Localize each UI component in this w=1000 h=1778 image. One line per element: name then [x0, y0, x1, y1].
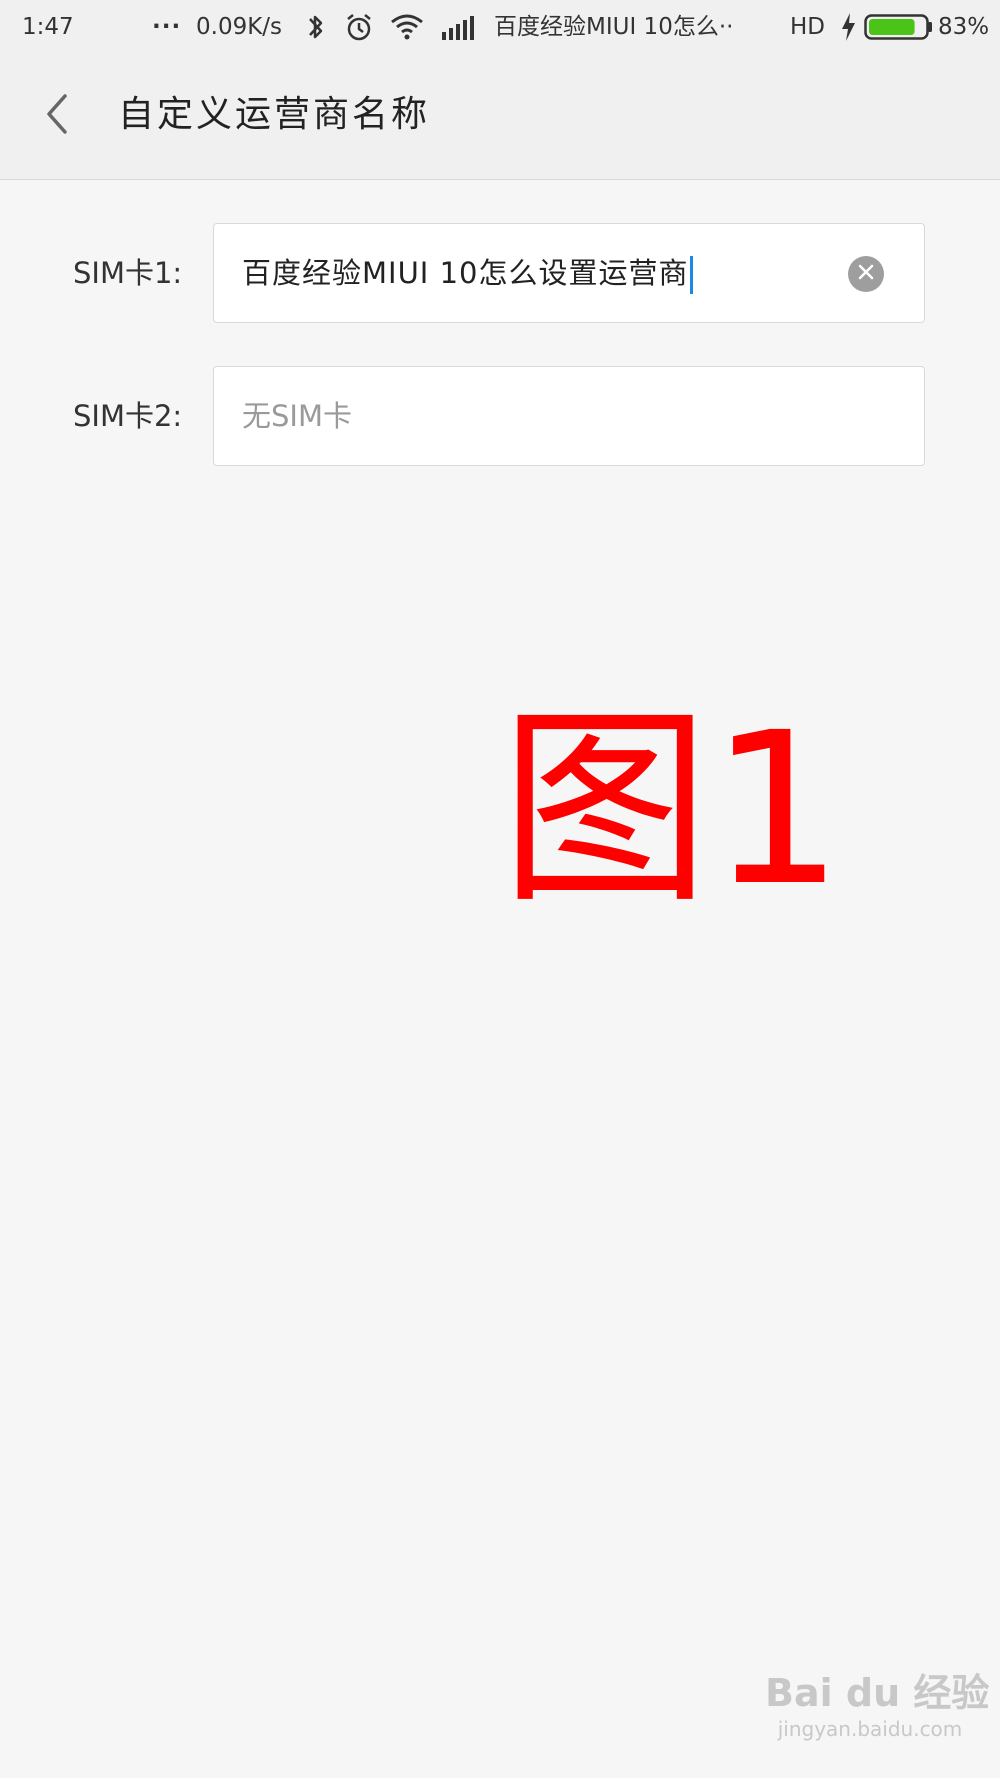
text-caret	[690, 256, 694, 294]
battery-percent: 83%	[938, 14, 990, 40]
sim1-input[interactable]: 百度经验MIUI 10怎么设置运营商	[213, 223, 925, 323]
battery-icon	[864, 14, 934, 48]
charging-icon	[838, 11, 858, 51]
hd-label: HD	[790, 14, 826, 40]
net-speed: 0.09K/s	[196, 14, 283, 40]
alarm-icon	[343, 11, 375, 51]
page-title: 自定义运营商名称	[118, 94, 431, 135]
chevron-left-icon	[42, 92, 72, 140]
sim1-value-wrapper: 百度经验MIUI 10怎么设置运营商	[242, 252, 694, 294]
back-button[interactable]	[30, 86, 84, 146]
title-bar: 自定义运营商名称	[0, 56, 1000, 180]
watermark: Bai du 经验 jingyan.baidu.com	[765, 1670, 990, 1742]
sim2-input[interactable]: 无SIM卡	[213, 366, 925, 466]
more-notifications-indicator: ...	[152, 8, 182, 34]
bluetooth-icon	[306, 11, 326, 51]
status-bar: 1:47 ... 0.09K/s 百度经验MIUI 10怎么·· HD 83%	[0, 0, 1000, 56]
sim2-label: SIM卡2:	[73, 399, 183, 433]
status-time: 1:47	[22, 14, 74, 40]
signal-icon	[440, 12, 478, 50]
notification-text: 百度经验MIUI 10怎么··	[494, 14, 734, 40]
sim2-placeholder: 无SIM卡	[242, 399, 352, 433]
wifi-icon	[389, 12, 425, 50]
clear-icon	[857, 263, 875, 285]
sim1-label: SIM卡1:	[73, 256, 183, 290]
clear-button[interactable]	[848, 256, 884, 292]
watermark-brand: Bai du 经验	[765, 1671, 990, 1715]
watermark-url: jingyan.baidu.com	[777, 1717, 963, 1741]
figure-annotation: 图1	[500, 687, 844, 932]
sim1-value: 百度经验MIUI 10怎么设置运营商	[242, 256, 689, 290]
